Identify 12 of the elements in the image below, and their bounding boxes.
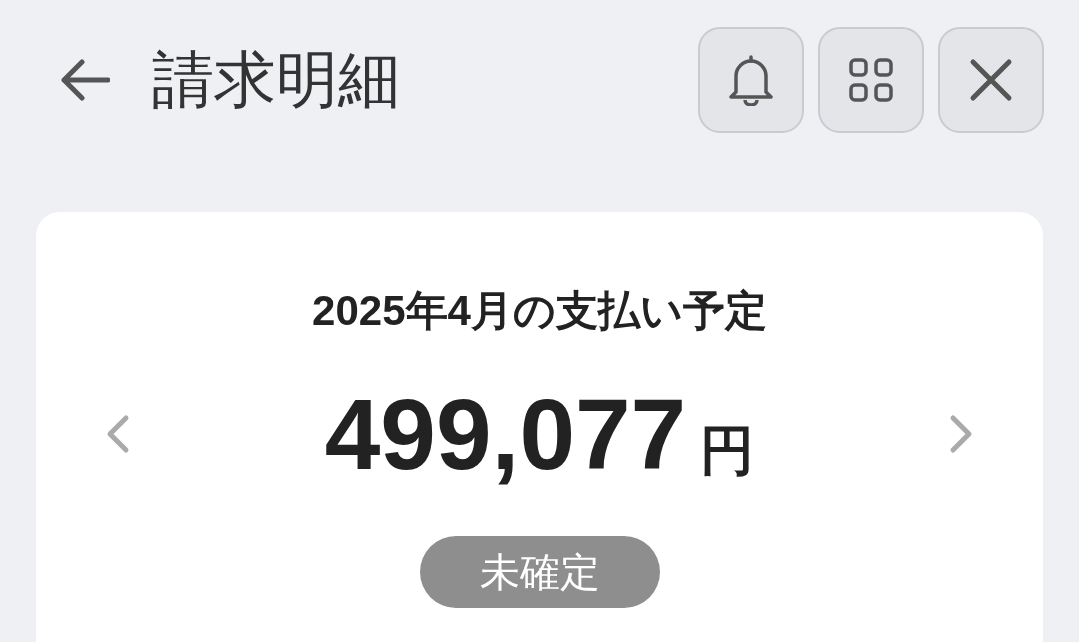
currency-unit: 円 [700,423,755,477]
amount-value: 499,077 [324,384,687,484]
close-button[interactable] [938,26,1044,133]
back-arrow-icon[interactable] [58,57,110,102]
bell-icon [728,53,774,106]
notification-button[interactable] [698,26,804,133]
page-title: 請求明細 [152,48,400,111]
close-icon [969,57,1013,102]
statement-title: 2025年4月の支払い予定 [312,290,767,332]
grid-icon [849,57,893,102]
menu-grid-button[interactable] [818,26,924,133]
status-badge: 未確定 [419,536,660,608]
